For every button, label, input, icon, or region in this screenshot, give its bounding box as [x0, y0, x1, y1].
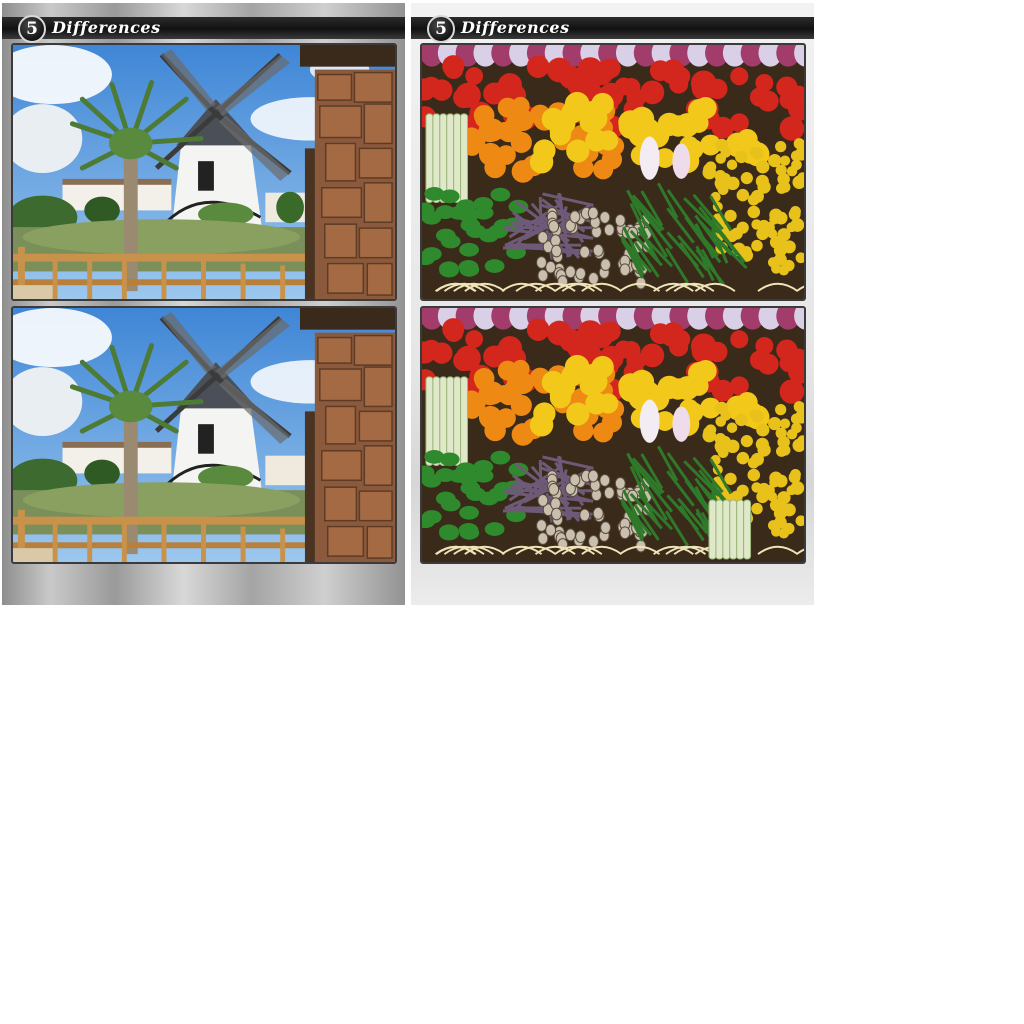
game-title: Differences: [52, 18, 161, 37]
modified-image-panel[interactable]: [420, 306, 806, 564]
game-title: Differences: [461, 18, 570, 37]
level-badge: 5: [18, 15, 46, 43]
vegetables-game-screen: 5 Differences: [411, 3, 814, 605]
windmill-scene-image[interactable]: [13, 45, 395, 299]
windmill-game-screen: 5 Differences: [2, 3, 405, 605]
original-image-panel[interactable]: [11, 43, 397, 301]
original-image-panel[interactable]: [420, 43, 806, 301]
level-badge: 5: [427, 15, 455, 43]
modified-image-panel[interactable]: [11, 306, 397, 564]
vegetables-scene-image-modified[interactable]: [422, 308, 804, 562]
vegetables-scene-image[interactable]: [422, 45, 804, 299]
windmill-scene-image-modified[interactable]: [13, 308, 395, 562]
